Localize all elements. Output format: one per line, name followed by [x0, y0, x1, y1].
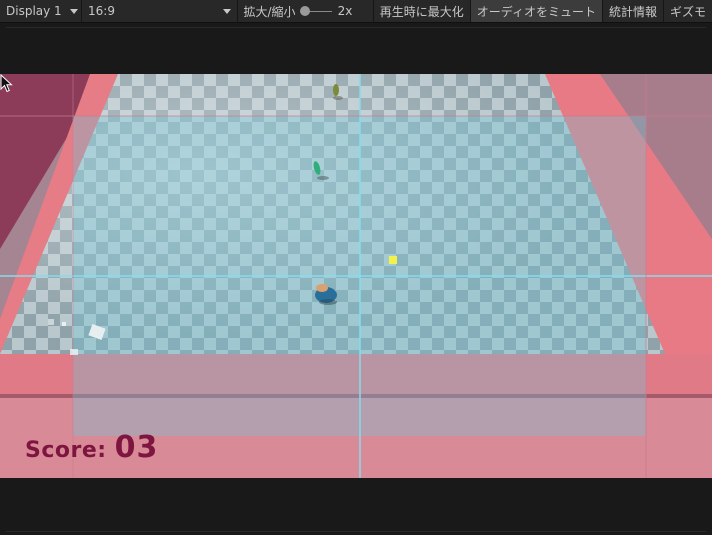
gizmos-label: ギズモ	[669, 4, 706, 19]
collectible-yellow	[389, 256, 397, 264]
stats-button[interactable]: 統計情報	[603, 0, 664, 22]
game-scene	[0, 74, 712, 478]
mouse-cursor-icon	[0, 74, 13, 93]
zoom-slider-thumb[interactable]	[299, 6, 310, 16]
gizmos-button[interactable]: ギズモ	[664, 0, 712, 22]
display-dropdown-label: Display 1	[6, 4, 62, 18]
score-label: Score:	[25, 438, 107, 463]
mute-audio-button[interactable]: オーディオをミュート	[470, 0, 603, 22]
display-dropdown[interactable]: Display 1	[0, 0, 82, 22]
game-viewport[interactable]: Score: 03	[0, 74, 712, 478]
chevron-down-icon	[69, 8, 78, 14]
zoom-value: 2x	[337, 4, 353, 18]
chevron-down-icon	[222, 8, 231, 14]
score-display: Score: 03	[25, 430, 158, 465]
zoom-control: 拡大/縮小 2x	[238, 0, 374, 22]
aspect-ratio-label: 16:9	[88, 4, 115, 18]
zoom-slider[interactable]	[299, 6, 332, 16]
mute-audio-label: オーディオをミュート	[476, 4, 596, 19]
viewport-letterbox-bottom	[0, 478, 712, 535]
game-view-toolbar: Display 1 16:9 拡大/縮小 2x 再生時に最大化 オーディオをミュ…	[0, 0, 712, 23]
maximize-on-play-label: 再生時に最大化	[379, 4, 464, 19]
score-value: 03	[114, 430, 159, 465]
stats-label: 統計情報	[608, 4, 657, 19]
viewport-letterbox-top	[0, 23, 712, 74]
zoom-label: 拡大/縮小	[243, 4, 296, 19]
aspect-ratio-dropdown[interactable]: 16:9	[82, 0, 238, 22]
game-view-window: Display 1 16:9 拡大/縮小 2x 再生時に最大化 オーディオをミュ…	[0, 0, 712, 535]
maximize-on-play-button[interactable]: 再生時に最大化	[374, 0, 471, 22]
